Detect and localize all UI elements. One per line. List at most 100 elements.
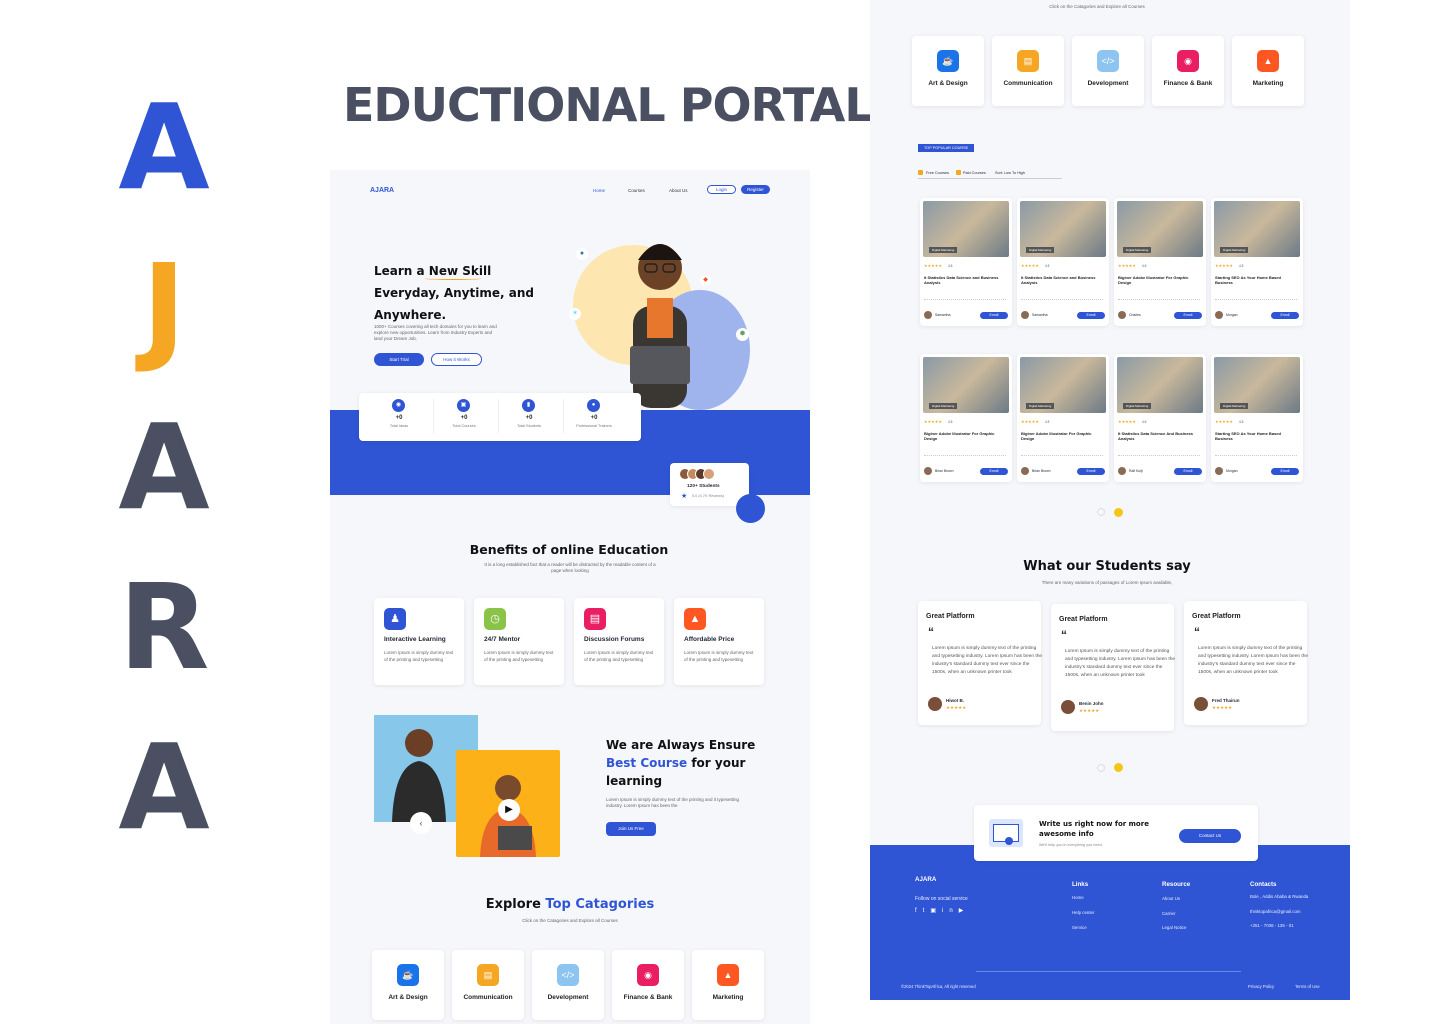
enroll-button[interactable]: Enroll bbox=[1077, 312, 1105, 319]
react-icon: ✶ bbox=[569, 308, 581, 320]
enroll-button[interactable]: Enroll bbox=[1271, 312, 1299, 319]
enroll-button[interactable]: Enroll bbox=[980, 312, 1008, 319]
register-button[interactable]: Register bbox=[741, 185, 770, 194]
category-card[interactable]: ▤ Communication bbox=[992, 36, 1064, 106]
course-card[interactable]: Digital Marketing ★★★★★ 4.5 Starting SEO As… bbox=[1211, 354, 1303, 482]
course-card[interactable]: Digital Marketing ★★★★★ 4.5 Starting SEO As… bbox=[1211, 198, 1303, 326]
enroll-button[interactable]: Enroll bbox=[1174, 312, 1202, 319]
testimonial-next[interactable] bbox=[1114, 763, 1123, 772]
course-rating: 4.5 bbox=[948, 264, 953, 268]
footer-link-home[interactable]: Home bbox=[1072, 895, 1084, 900]
footer-divider bbox=[976, 971, 1241, 972]
course-image: Digital Marketing bbox=[1214, 201, 1300, 257]
join-us-free-button[interactable]: Join Us Free bbox=[606, 822, 656, 836]
category-card[interactable]: </> Development bbox=[1072, 36, 1144, 106]
enroll-button[interactable]: Enroll bbox=[980, 468, 1008, 475]
enroll-button[interactable]: Enroll bbox=[1174, 468, 1202, 475]
category-card[interactable]: ◉ Finance & Bank bbox=[1152, 36, 1224, 106]
stat-value: +0 bbox=[525, 415, 533, 421]
category-card[interactable]: ▲ Marketing bbox=[1232, 36, 1304, 106]
footer-terms-link[interactable]: Terms of Use bbox=[1295, 984, 1320, 989]
social-icons[interactable]: ft▣in▶ bbox=[915, 907, 969, 914]
facebook-icon[interactable]: f bbox=[915, 908, 923, 914]
course-title[interactable]: Biginer Adobe Illustrator For Graphic De… bbox=[1118, 275, 1198, 285]
nav-about[interactable]: About Us bbox=[669, 188, 688, 193]
prev-arrow-icon[interactable]: ‹ bbox=[410, 812, 432, 834]
footer-logo[interactable]: AJARA bbox=[915, 876, 936, 883]
login-button[interactable]: Login bbox=[707, 185, 736, 194]
course-title[interactable]: Starting SEO As Your Home Based Business bbox=[1215, 275, 1295, 285]
course-title[interactable]: It Statistics Data Science and Business … bbox=[924, 275, 1004, 285]
contact-us-button[interactable]: Contact Us bbox=[1179, 829, 1241, 843]
youtube-icon[interactable]: ▶ bbox=[959, 908, 970, 914]
category-card[interactable]: ☕ Art & Design bbox=[372, 950, 444, 1020]
footer-resource-legal[interactable]: Legal Notice bbox=[1162, 925, 1186, 930]
brand-letter-j: J bbox=[142, 238, 186, 376]
course-author: Samantha bbox=[935, 313, 951, 317]
stats-card: ◉ +0 Total Ideas ▣ +0 Total Courses ▮ +0 Total S… bbox=[359, 393, 641, 441]
footer-privacy-link[interactable]: Privacy Policy bbox=[1248, 984, 1274, 989]
play-button[interactable]: ▶ bbox=[498, 799, 520, 821]
course-card[interactable]: Digital Marketing ★★★★★ 4.5 It Statistics D… bbox=[1017, 198, 1109, 326]
linkedin-icon[interactable]: in bbox=[942, 908, 959, 914]
course-title[interactable]: Starting SEO As Your Home Based Business bbox=[1215, 431, 1295, 441]
footer-resource-carrier[interactable]: Carrier bbox=[1162, 911, 1175, 916]
footer-resource-about[interactable]: About Us bbox=[1162, 896, 1180, 901]
benefit-title: Affordable Price bbox=[684, 636, 735, 643]
testimonial-stars: ★★★★★ bbox=[1212, 705, 1233, 710]
category-card[interactable]: ▤ Communication bbox=[452, 950, 524, 1020]
course-card[interactable]: Digital Marketing ★★★★★ 4.5 Biginer Adobe I… bbox=[1114, 198, 1206, 326]
finance-icon: ◉ bbox=[637, 964, 659, 986]
testimonial-card: Great Platform “ Lorem Ipsum is simply dum… bbox=[1051, 604, 1175, 731]
benefit-title: Interactive Learning bbox=[384, 636, 446, 643]
course-title[interactable]: It Statistics Data Science And Business … bbox=[1118, 431, 1198, 441]
category-card[interactable]: ▲ Marketing bbox=[692, 950, 764, 1020]
course-card[interactable]: Digital Marketing ★★★★★ 4.5 Biginer Adobe I… bbox=[1017, 354, 1109, 482]
course-tag: Digital Marketing bbox=[1026, 247, 1055, 253]
footer-link-service[interactable]: Service bbox=[1072, 925, 1087, 930]
nodejs-icon: ⬢ bbox=[736, 328, 749, 341]
course-meta bbox=[1118, 452, 1200, 456]
filter-free[interactable]: Free Courses bbox=[926, 171, 949, 175]
categories-title: Explore Top Catagories bbox=[485, 897, 655, 912]
course-rating: 4.5 bbox=[1239, 420, 1244, 424]
avatar bbox=[1194, 697, 1208, 711]
filter-paid[interactable]: Paid Courses bbox=[963, 171, 986, 175]
nav-logo[interactable]: AJARA bbox=[370, 187, 394, 194]
cta-subtitle: We'll help you in everything you need. bbox=[1039, 843, 1103, 847]
testimonial-prev[interactable] bbox=[1097, 764, 1105, 772]
course-stars: ★★★★★ bbox=[1118, 419, 1136, 424]
category-card[interactable]: </> Development bbox=[532, 950, 604, 1020]
how-it-works-button[interactable]: How it Works bbox=[431, 353, 482, 366]
course-image: Digital Marketing bbox=[1214, 357, 1300, 413]
category-label: Development bbox=[547, 994, 589, 1001]
marketing-icon: ▲ bbox=[1257, 50, 1279, 72]
quote-icon: “ bbox=[1061, 628, 1067, 642]
footer-link-help[interactable]: Help center bbox=[1072, 910, 1094, 915]
start-trial-button[interactable]: Start Trial bbox=[374, 353, 424, 366]
footer-email[interactable]: thinktopafrica@gmail.com bbox=[1250, 909, 1301, 914]
course-title[interactable]: Biginer Adobe Illustrator For Graphic De… bbox=[1021, 431, 1101, 441]
course-title[interactable]: Biginer Adobe Illustrator For Graphic De… bbox=[924, 431, 1004, 441]
free-checkbox[interactable] bbox=[918, 170, 923, 175]
nav-home[interactable]: Home bbox=[593, 188, 605, 193]
pager-next[interactable] bbox=[1114, 508, 1123, 517]
category-card[interactable]: ◉ Finance & Bank bbox=[612, 950, 684, 1020]
paid-checkbox[interactable] bbox=[956, 170, 961, 175]
enroll-button[interactable]: Enroll bbox=[1077, 468, 1105, 475]
category-card[interactable]: ☕ Art & Design bbox=[912, 36, 984, 106]
benefit-title: 24/7 Mentor bbox=[484, 636, 521, 643]
course-card[interactable]: Digital Marketing ★★★★★ 4.5 It Statistics D… bbox=[920, 198, 1012, 326]
instagram-icon[interactable]: ▣ bbox=[930, 908, 942, 914]
avatar bbox=[1118, 311, 1126, 319]
enroll-button[interactable]: Enroll bbox=[1271, 468, 1299, 475]
nav-courses[interactable]: Courses bbox=[628, 188, 645, 193]
course-card[interactable]: Digital Marketing ★★★★★ 4.5 It Statistics D… bbox=[1114, 354, 1206, 482]
course-stars: ★★★★★ bbox=[1215, 419, 1233, 424]
stat-item: ● +0 Professional Trainers bbox=[564, 399, 624, 435]
course-title[interactable]: It Statistics Data Science and Business … bbox=[1021, 275, 1101, 285]
pager-prev[interactable] bbox=[1097, 508, 1105, 516]
sort-dropdown[interactable]: Sort: Low To High bbox=[995, 171, 1025, 175]
brand-letter-a3: A bbox=[118, 718, 210, 856]
course-card[interactable]: Digital Marketing ★★★★★ 4.5 Biginer Adobe I… bbox=[920, 354, 1012, 482]
